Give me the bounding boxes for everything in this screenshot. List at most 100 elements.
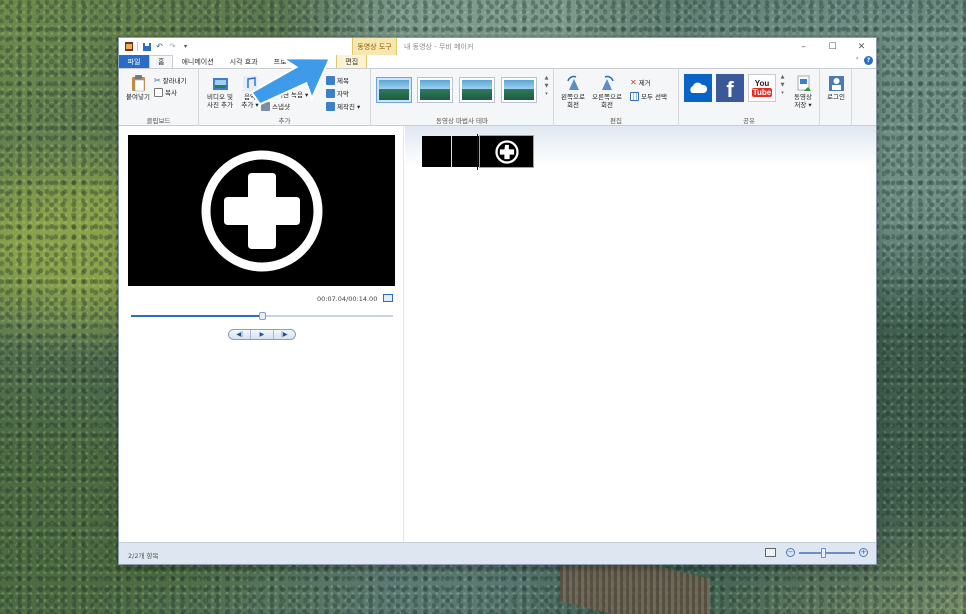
close-button[interactable]: ✕ bbox=[847, 38, 876, 55]
tab-visual-effects[interactable]: 시각 효과 bbox=[222, 55, 266, 68]
zoom-slider-handle[interactable] bbox=[821, 547, 826, 558]
group-edit: 왼쪽으로 회전 오른쪽으로 회전 ✕ 제거 모두 선택 편집 bbox=[554, 69, 679, 127]
tab-home[interactable]: 홈 bbox=[149, 55, 174, 68]
tab-animations[interactable]: 애니메이션 bbox=[173, 55, 221, 68]
credits-button[interactable]: 제작진 ▾ bbox=[326, 101, 360, 111]
onedrive-button[interactable] bbox=[684, 74, 712, 102]
fullscreen-preview-icon[interactable] bbox=[383, 294, 393, 302]
title-bar: ↶ ↷ ▾ 동영상 도구 내 동영상 - 무비 메이커 – ☐ ✕ bbox=[119, 38, 876, 55]
playback-controls: ◀| ▶ |▶ bbox=[228, 329, 296, 340]
undo-icon[interactable]: ↶ bbox=[155, 42, 164, 51]
tab-file[interactable]: 파일 bbox=[119, 55, 149, 68]
gallery-down-icon[interactable]: ▼ bbox=[545, 83, 549, 89]
paste-label: 붙여넣기 bbox=[126, 93, 150, 101]
timeline-clip-2[interactable] bbox=[451, 136, 479, 167]
save-movie-icon bbox=[797, 75, 811, 91]
tab-view[interactable]: 보기 bbox=[307, 55, 336, 68]
zoom-in-icon[interactable]: + bbox=[859, 548, 868, 557]
timecode: 00:07.04/00:14.00 bbox=[317, 295, 378, 303]
seek-bar-handle[interactable] bbox=[259, 312, 266, 320]
caption-label: 자막 bbox=[337, 90, 349, 98]
timeline-clip-1[interactable] bbox=[422, 136, 451, 167]
ribbon: 붙여넣기 ✂ 잘라내기 복사 클립보드 비디오 및 사진 추가 음악 추가 ▾ bbox=[119, 68, 876, 127]
app-icon[interactable] bbox=[124, 42, 133, 51]
youtube-logo-icon[interactable]: You Tube bbox=[748, 74, 776, 102]
save-icon[interactable] bbox=[142, 42, 151, 51]
movie-maker-window: ↶ ↷ ▾ 동영상 도구 내 동영상 - 무비 메이커 – ☐ ✕ 파일 홈 애… bbox=[118, 37, 877, 565]
tab-edit[interactable]: 편집 bbox=[336, 55, 368, 68]
rotate-left-icon bbox=[566, 75, 579, 90]
video-preview[interactable] bbox=[128, 135, 395, 286]
save-movie-button[interactable]: 동영상 저장 ▾ bbox=[787, 75, 819, 109]
add-video-photo-button[interactable]: 비디오 및 사진 추가 bbox=[203, 75, 237, 109]
facebook-logo-icon[interactable]: f bbox=[716, 74, 744, 102]
narration-label: 내레이션 녹음 ▾ bbox=[265, 91, 309, 99]
clip-medical-cross-icon bbox=[494, 139, 519, 164]
share-gallery-up-icon[interactable]: ▲ bbox=[781, 74, 785, 80]
video-tools-context-title: 동영상 도구 bbox=[352, 38, 397, 55]
share-group-label: 공유 bbox=[743, 117, 755, 125]
qat-customize-icon[interactable]: ▾ bbox=[181, 42, 190, 51]
thumbnail-size-icon[interactable] bbox=[765, 548, 776, 557]
credits-label: 제작진 ▾ bbox=[337, 103, 361, 111]
copy-button[interactable]: 복사 bbox=[154, 87, 177, 97]
maximize-button[interactable]: ☐ bbox=[818, 38, 847, 55]
collapse-ribbon-icon[interactable]: ˄ bbox=[856, 57, 860, 65]
caption-icon bbox=[326, 88, 335, 98]
seek-bar[interactable] bbox=[131, 312, 393, 320]
select-all-icon bbox=[630, 91, 639, 101]
zoom-controls: − + bbox=[765, 547, 868, 558]
add-media-icon bbox=[212, 78, 228, 90]
select-all-button[interactable]: 모두 선택 bbox=[630, 91, 667, 101]
help-icon[interactable]: ? bbox=[864, 56, 873, 65]
title-button[interactable]: 제목 bbox=[326, 75, 349, 85]
caption-button[interactable]: 자막 bbox=[326, 88, 349, 98]
add-music-button[interactable]: 음악 추가 ▾ bbox=[237, 75, 263, 109]
play-icon[interactable]: ▶ bbox=[251, 330, 274, 339]
snapshot-label: 스냅샷 bbox=[272, 103, 290, 111]
user-account-icon bbox=[828, 76, 844, 91]
timeline-clip-3[interactable] bbox=[479, 135, 534, 168]
theme-gallery-scroll: ▲ ▼ ▾ bbox=[543, 75, 550, 107]
next-frame-icon[interactable]: |▶ bbox=[274, 330, 295, 339]
credits-icon bbox=[326, 101, 335, 111]
gallery-up-icon[interactable]: ▲ bbox=[545, 75, 549, 81]
rotate-right-label-2: 회전 bbox=[601, 100, 613, 109]
snapshot-button[interactable]: 스냅샷 bbox=[261, 101, 290, 111]
remove-button[interactable]: ✕ 제거 bbox=[630, 77, 651, 88]
title-label: 제목 bbox=[337, 77, 349, 85]
cut-button[interactable]: ✂ 잘라내기 bbox=[154, 75, 187, 86]
theme-preview-image bbox=[379, 80, 409, 100]
zoom-slider[interactable] bbox=[799, 547, 855, 558]
theme-thumbnail-default[interactable] bbox=[376, 77, 412, 103]
theme-thumbnail-fade[interactable] bbox=[459, 77, 495, 103]
share-gallery-down-icon[interactable]: ▼ bbox=[781, 82, 785, 88]
timeline-playhead[interactable] bbox=[477, 134, 478, 170]
zoom-out-icon[interactable]: − bbox=[786, 548, 795, 557]
rotate-left-label-2: 회전 bbox=[567, 100, 579, 109]
copy-label: 복사 bbox=[165, 89, 177, 97]
redo-icon[interactable]: ↷ bbox=[168, 42, 177, 51]
gallery-more-icon[interactable]: ▾ bbox=[545, 91, 548, 97]
cloud-icon bbox=[690, 82, 708, 93]
qat-separator bbox=[137, 42, 138, 51]
paste-button[interactable]: 붙여넣기 bbox=[123, 75, 153, 102]
theme-thumbnail-pan-zoom[interactable] bbox=[501, 77, 537, 103]
tabs-right-controls: ˄ ? bbox=[856, 56, 873, 65]
tab-project[interactable]: 프로젝트 bbox=[266, 55, 308, 68]
quick-access-toolbar: ↶ ↷ ▾ bbox=[119, 42, 190, 51]
group-autotheme: ▲ ▼ ▾ 동영상 마법사 테마 bbox=[371, 69, 554, 127]
previous-frame-icon[interactable]: ◀| bbox=[229, 330, 252, 339]
record-narration-button[interactable]: 내레이션 녹음 ▾ bbox=[265, 89, 308, 99]
rotate-right-button[interactable]: 오른쪽으로 회전 bbox=[588, 75, 626, 109]
share-gallery-more-icon[interactable]: ▾ bbox=[781, 90, 784, 96]
storyboard-pane bbox=[405, 126, 876, 544]
share-gallery-scroll: ▲ ▼ ▾ bbox=[779, 74, 786, 102]
paste-icon bbox=[131, 75, 145, 92]
theme-thumbnail-contemporary[interactable] bbox=[417, 77, 453, 103]
login-button[interactable]: 로그인 bbox=[822, 75, 850, 102]
rotate-left-button[interactable]: 왼쪽으로 회전 bbox=[558, 75, 588, 109]
save-movie-label-2: 저장 ▾ bbox=[794, 100, 812, 109]
theme-preview-image bbox=[504, 80, 534, 100]
minimize-button[interactable]: – bbox=[789, 38, 818, 55]
